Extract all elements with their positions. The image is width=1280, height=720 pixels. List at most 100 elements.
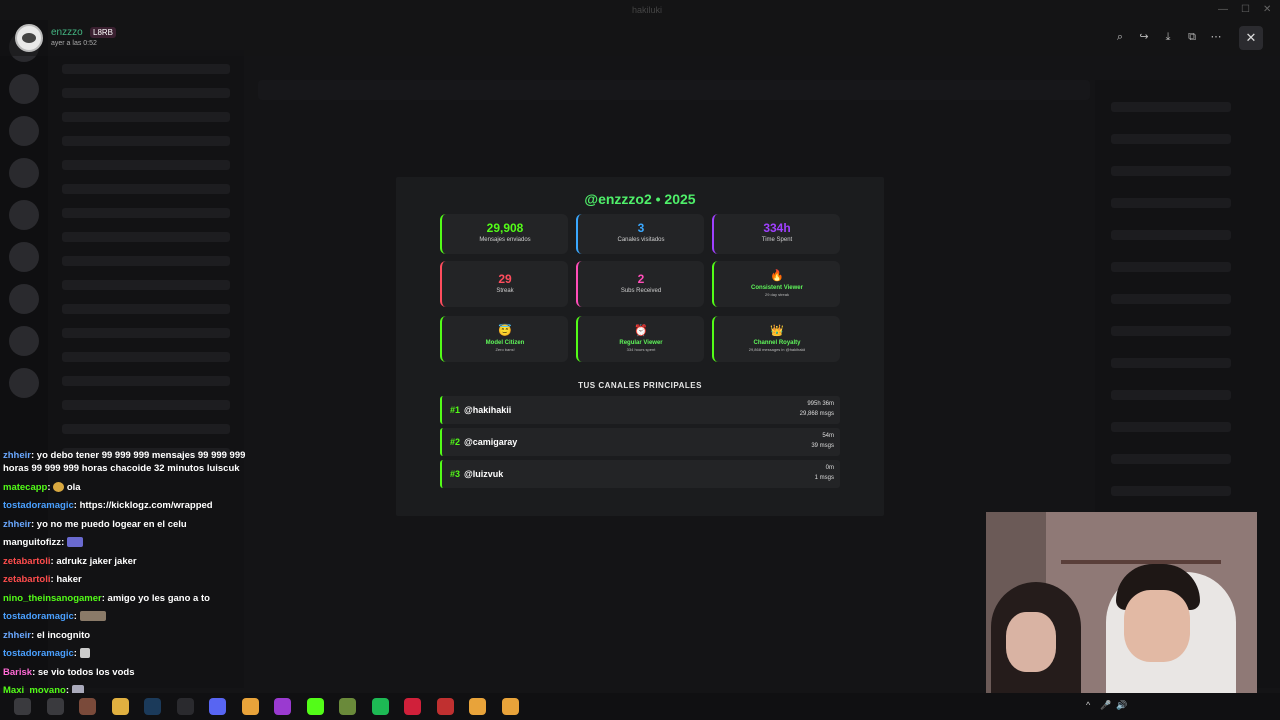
channel-row: #2 @camigaray 54m 39 msgs bbox=[440, 428, 840, 456]
chat-user: nino_theinsanogamer bbox=[3, 593, 102, 604]
channel-time: 0m bbox=[825, 465, 834, 471]
explorer-icon[interactable] bbox=[111, 698, 129, 715]
stat-streak: 29 Streak bbox=[440, 261, 568, 307]
channel-rank: #3 bbox=[450, 469, 461, 479]
canva-icon[interactable] bbox=[274, 698, 291, 715]
chat-user: zhheir bbox=[3, 630, 31, 641]
chat-text: amigo yo les gano a to bbox=[107, 593, 210, 604]
chat-message: nino_theinsanogamer: amigo yo les gano a… bbox=[3, 593, 210, 604]
chat-message: tostadoramagic: bbox=[3, 648, 90, 659]
badge-model-citizen: 😇 Model Citizen Zero bans! bbox=[440, 316, 568, 362]
tray-expand-icon[interactable]: ^ bbox=[1086, 700, 1090, 710]
channel-name: @camigaray bbox=[464, 437, 518, 447]
chat-message: zhheir: el incognito bbox=[3, 630, 91, 641]
chat-message: zetabartoli: adrukz jaker jaker bbox=[3, 556, 137, 567]
chat-text: horas 99 999 999 horas chacoide 32 minut… bbox=[3, 463, 240, 474]
forward-icon[interactable]: ↪ bbox=[1136, 29, 1152, 45]
chat-text: adrukz jaker jaker bbox=[56, 556, 137, 567]
open-external-icon[interactable]: ⧉ bbox=[1184, 29, 1200, 45]
stat-messages: 29,908 Mensajes enviados bbox=[440, 214, 568, 254]
crown-icon: 👑 bbox=[770, 325, 784, 337]
steam-icon[interactable] bbox=[144, 698, 161, 715]
window-title: hakiluki bbox=[632, 5, 663, 15]
badge-name: Model Citizen bbox=[485, 340, 525, 346]
kick-icon[interactable] bbox=[306, 698, 324, 715]
chat-message: horas 99 999 999 horas chacoide 32 minut… bbox=[3, 463, 240, 474]
stat-value: 3 bbox=[637, 221, 645, 235]
badge-description: 334 hours spent bbox=[626, 347, 656, 352]
badge-channel-royalty: 👑 Channel Royalty 29,868 messages in @ha… bbox=[712, 316, 840, 362]
webcam-overlay bbox=[986, 512, 1257, 701]
alarm-clock-icon: ⏰ bbox=[634, 325, 648, 337]
window-close-icon[interactable]: ✕ bbox=[1263, 4, 1271, 15]
badge-name: Regular Viewer bbox=[619, 340, 663, 346]
stat-value: 334h bbox=[763, 221, 791, 235]
microphone-icon[interactable]: 🎤 bbox=[1100, 700, 1111, 711]
stream-chat: zhheir: yo debo tener 99 999 999 mensaje… bbox=[0, 448, 270, 720]
chat-user: manguitofizz bbox=[3, 537, 62, 548]
author-badge: L8RB bbox=[90, 27, 117, 38]
spotify-icon[interactable] bbox=[371, 698, 389, 715]
game-icon[interactable] bbox=[79, 698, 96, 715]
badge-description: 29 day streak bbox=[764, 292, 789, 297]
start-icon[interactable] bbox=[14, 698, 31, 715]
minecraft-icon[interactable] bbox=[339, 698, 356, 715]
chat-message: manguitofizz: bbox=[3, 537, 83, 548]
halo-face-icon: 😇 bbox=[498, 325, 512, 337]
chat-message: tostadoramagic: https://kicklogz.com/wra… bbox=[3, 500, 213, 511]
taskbar: ^ 🎤 🔊 bbox=[0, 693, 1280, 720]
chrome-icon-3[interactable] bbox=[501, 698, 519, 715]
chat-text: el incognito bbox=[36, 630, 91, 641]
post-time: ayer a las 0:52 bbox=[51, 40, 97, 47]
stat-label: Canales visitados bbox=[617, 237, 665, 243]
badge-regular-viewer: ⏰ Regular Viewer 334 hours spent bbox=[576, 316, 704, 362]
chat-user: tostadoramagic bbox=[3, 611, 74, 622]
discord-icon[interactable] bbox=[209, 698, 226, 715]
zoom-icon[interactable]: ⌕ bbox=[1112, 29, 1128, 45]
channel-row: #1 @hakihakii 995h 36m 29,868 msgs bbox=[440, 396, 840, 424]
download-icon[interactable]: ⤓ bbox=[1160, 29, 1176, 45]
chrome-icon[interactable] bbox=[241, 698, 259, 715]
channel-time: 995h 36m bbox=[807, 401, 834, 407]
chat-text: yo debo tener 99 999 999 mensajes 99 999… bbox=[36, 450, 246, 461]
chat-user: Barisk bbox=[3, 667, 33, 678]
chat-text: haker bbox=[56, 574, 82, 585]
chat-user: zhheir bbox=[3, 519, 31, 530]
author-name[interactable]: enzzzo bbox=[51, 27, 83, 38]
notice-bar bbox=[258, 80, 1090, 100]
obs-icon[interactable] bbox=[176, 698, 194, 715]
chrome-icon-2[interactable] bbox=[469, 698, 486, 715]
minimize-icon[interactable]: — bbox=[1218, 4, 1228, 15]
volume-icon[interactable]: 🔊 bbox=[1116, 700, 1127, 711]
more-icon[interactable]: ⋯ bbox=[1208, 29, 1224, 45]
channel-rank: #1 bbox=[450, 405, 461, 415]
emote-icon bbox=[66, 537, 83, 548]
chat-message: Barisk: se vio todos los vods bbox=[3, 667, 135, 678]
channel-messages: 29,868 msgs bbox=[799, 411, 834, 417]
emote-icon bbox=[79, 611, 106, 622]
image-viewer-header: hakiluki — ☐ ✕ enzzzo L8RB ayer a las 0:… bbox=[0, 0, 1280, 56]
close-viewer-button[interactable]: ✕ bbox=[1239, 26, 1263, 50]
stat-subs: 2 Subs Received bbox=[576, 261, 704, 307]
chat-message: matecapp: ola bbox=[3, 482, 81, 493]
opera-icon[interactable] bbox=[404, 698, 421, 715]
search-icon[interactable] bbox=[46, 698, 64, 715]
avatar[interactable] bbox=[15, 24, 43, 52]
chat-text: yo no me puedo logear en el celu bbox=[36, 519, 187, 530]
stat-label: Time Spent bbox=[761, 237, 793, 243]
channel-time: 54m bbox=[822, 433, 834, 439]
chat-user: tostadoramagic bbox=[3, 500, 74, 511]
stat-label: Mensajes enviados bbox=[479, 237, 531, 243]
chat-user: zetabartoli bbox=[3, 574, 51, 585]
chat-message: zhheir: yo no me puedo logear en el celu bbox=[3, 519, 187, 530]
fire-icon: 🔥 bbox=[770, 270, 784, 282]
channel-messages: 1 msgs bbox=[814, 475, 834, 481]
emote-icon bbox=[79, 648, 90, 659]
badge-name: Channel Royalty bbox=[753, 340, 801, 346]
maximize-icon[interactable]: ☐ bbox=[1241, 4, 1250, 15]
chat-message: tostadoramagic: bbox=[3, 611, 106, 622]
chat-user: tostadoramagic bbox=[3, 648, 74, 659]
emote-icon bbox=[53, 482, 65, 493]
stat-time: 334h Time Spent bbox=[712, 214, 840, 254]
app-icon[interactable] bbox=[436, 698, 454, 715]
